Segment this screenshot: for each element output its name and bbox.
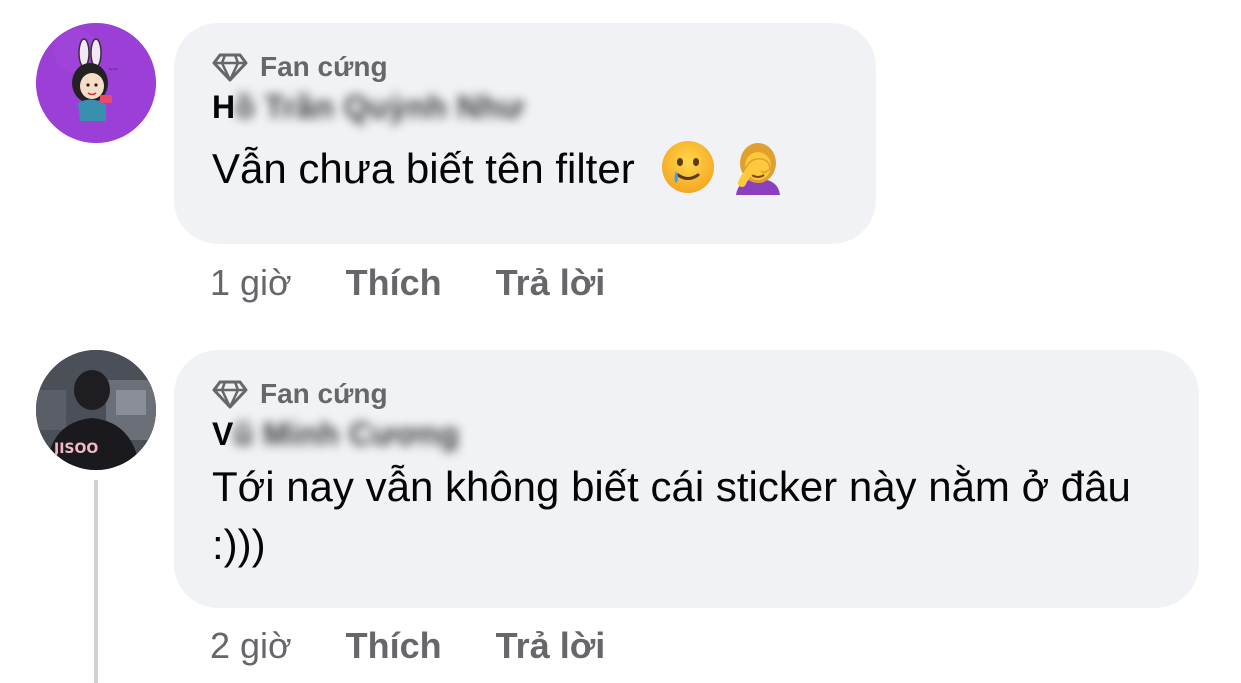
avatar-shirt-text: JISOO [53, 441, 98, 457]
diamond-icon [212, 380, 248, 409]
comment-text: Vẫn chưa biết tên filter [212, 139, 838, 198]
author-blurred: ồ Trần Quỳnh Như [235, 88, 525, 125]
diamond-icon [212, 53, 248, 82]
badge: Fan cứng [212, 49, 838, 85]
comment-text-content: Vẫn chưa biết tên filter [212, 145, 635, 192]
reply-button[interactable]: Trả lời [496, 625, 606, 667]
timestamp[interactable]: 1 giờ [210, 262, 292, 304]
thread-line [94, 480, 98, 683]
reply-button[interactable]: Trả lời [496, 262, 606, 304]
svg-text:~~: ~~ [108, 66, 118, 73]
like-button[interactable]: Thích [346, 625, 442, 667]
like-button[interactable]: Thích [346, 262, 442, 304]
author-blurred: ũ Minh Cương [233, 415, 460, 452]
author-name[interactable]: Vũ Minh Cương [212, 416, 459, 453]
author-name[interactable]: Hồ Trần Quỳnh Như [212, 89, 524, 126]
comment-actions: 2 giờ Thích Trả lời [210, 625, 659, 667]
person-photo-avatar-icon: JISOO [36, 350, 156, 470]
comment-bubble: Fan cứng Hồ Trần Quỳnh Như Vẫn chưa biết… [174, 23, 876, 244]
woman-facepalming-icon [736, 143, 781, 195]
badge-label: Fan cứng [260, 378, 388, 409]
timestamp[interactable]: 2 giờ [210, 625, 292, 667]
badge: Fan cứng [212, 376, 1161, 412]
comment-text: Tới nay vẫn không biết cái sticker này n… [212, 458, 1172, 574]
avatar[interactable]: JISOO [36, 350, 156, 470]
author-initial: H [212, 88, 236, 125]
avatar[interactable]: ~~ [36, 23, 156, 143]
comment-text-content: Tới nay vẫn không biết cái sticker này n… [212, 463, 1131, 568]
smiling-face-with-tear-icon [662, 141, 715, 193]
comment-actions: 1 giờ Thích Trả lời [210, 262, 659, 304]
badge-label: Fan cứng [260, 51, 388, 82]
cartoon-avatar-icon: ~~ [36, 23, 156, 143]
comment-bubble: Fan cứng Vũ Minh Cương Tới nay vẫn không… [174, 350, 1199, 608]
author-initial: V [212, 415, 234, 452]
